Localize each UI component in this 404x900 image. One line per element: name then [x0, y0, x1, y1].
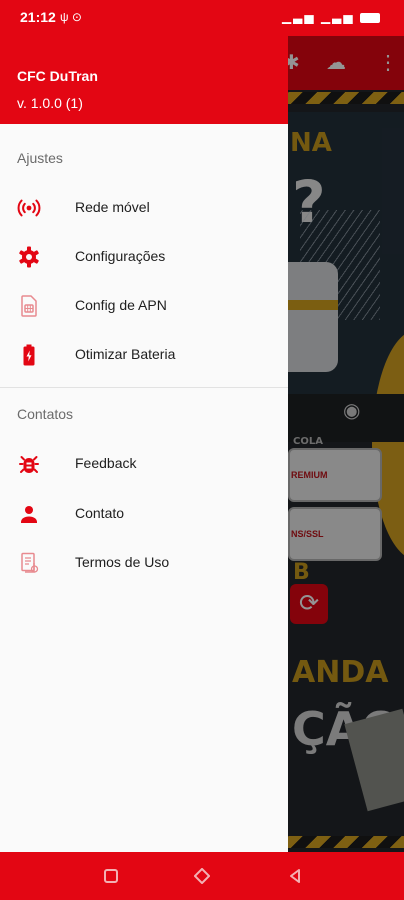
menu-item-label: Termos de Uso — [75, 554, 170, 570]
gear-icon — [19, 246, 39, 268]
bug-icon — [19, 456, 39, 473]
recents-icon[interactable] — [103, 868, 119, 884]
menu-item-contato[interactable]: Contato — [0, 490, 288, 538]
menu-item-label: Config de APN — [75, 297, 167, 313]
status-time: 21:12 — [20, 9, 56, 25]
status-bar: 21:12 ψ ⊙ ▁▃▅ ▁▃▅ — [0, 0, 404, 36]
sim-card-icon — [21, 295, 37, 317]
signal-strength-icon: ▁▃▅ ▁▃▅ — [281, 10, 355, 24]
app-version: v. 1.0.0 (1) — [17, 95, 83, 111]
menu-item-label: Configurações — [75, 248, 166, 264]
menu-item-label: Contato — [75, 505, 125, 521]
menu-item-termos-de-uso[interactable]: Termos de Uso — [0, 539, 288, 587]
document-icon — [21, 552, 39, 573]
section-title-ajustes: Ajustes — [17, 150, 63, 166]
system-nav-bar — [0, 852, 404, 900]
notification-icons: ψ ⊙ — [60, 10, 82, 24]
menu-item-config-apn[interactable]: Config de APN — [0, 282, 288, 330]
menu-item-otimizar-bateria[interactable]: Otimizar Bateria — [0, 331, 288, 379]
menu-item-configuracoes[interactable]: Configurações — [0, 233, 288, 281]
menu-item-label: Rede móvel — [75, 199, 150, 215]
battery-icon — [360, 12, 380, 23]
navigation-drawer: CFC DuTran v. 1.0.0 (1) Ajustes Rede móv… — [0, 0, 288, 852]
menu-item-rede-movel[interactable]: Rede móvel — [0, 184, 288, 232]
back-icon[interactable] — [287, 868, 303, 884]
person-icon — [21, 506, 37, 523]
menu-item-feedback[interactable]: Feedback — [0, 440, 288, 488]
cell-tower-icon — [17, 199, 41, 217]
signal-icons: ▁▃▅ ▁▃▅ — [282, 10, 380, 24]
home-icon[interactable] — [194, 868, 210, 884]
app-name: CFC DuTran — [17, 68, 98, 84]
menu-item-label: Otimizar Bateria — [75, 346, 176, 362]
section-title-contatos: Contatos — [17, 406, 74, 422]
section-divider — [0, 387, 288, 388]
menu-item-label: Feedback — [75, 455, 137, 471]
battery-charging-icon — [23, 344, 35, 366]
